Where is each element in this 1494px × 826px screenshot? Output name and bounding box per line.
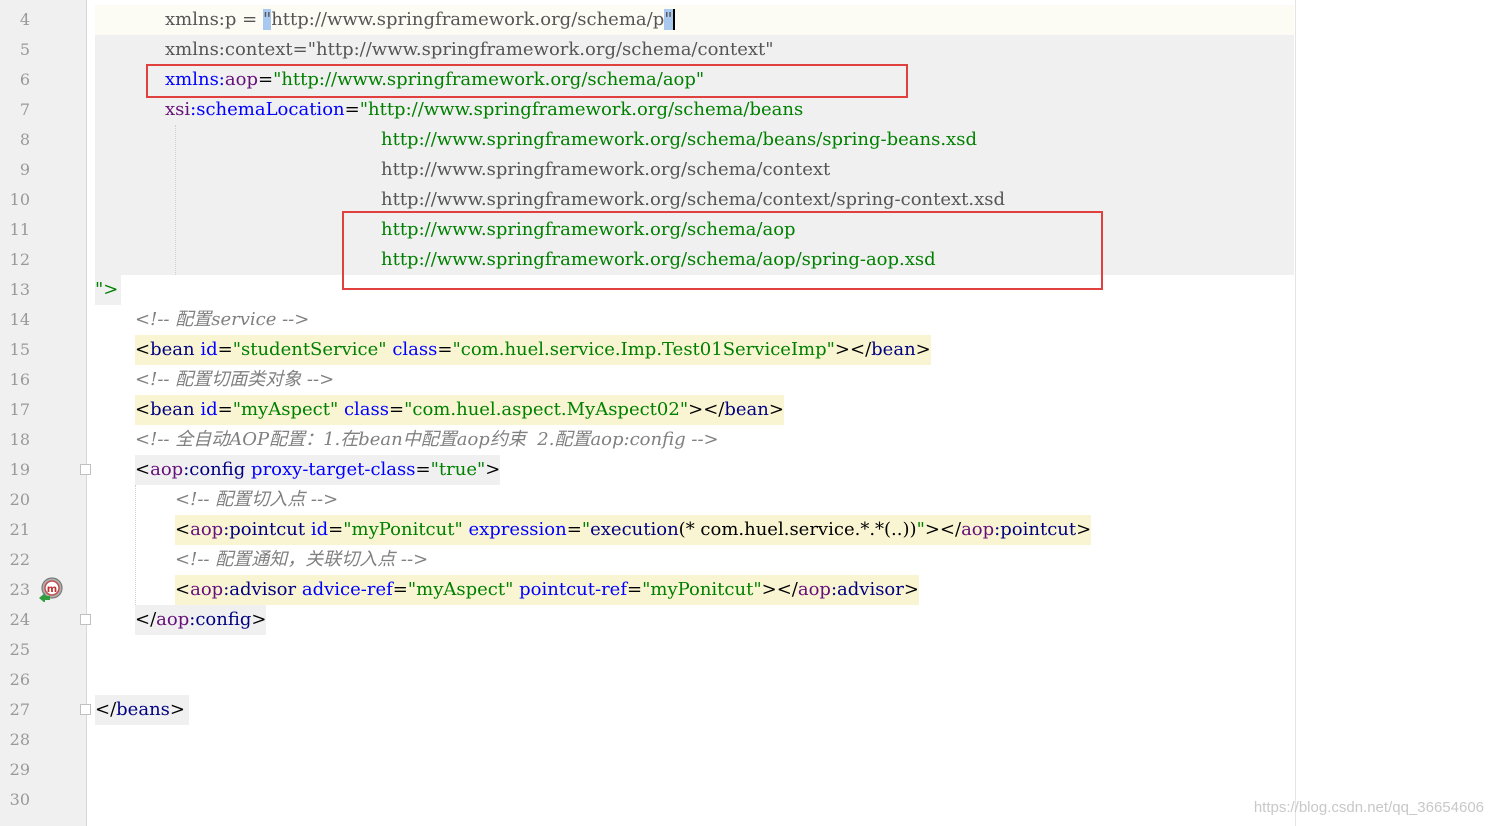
line-number: 30 [9, 790, 30, 809]
watermark: https://blog.csdn.net/qq_36654606 [1253, 799, 1484, 816]
line-number: 17 [9, 400, 30, 419]
fold-close-icon[interactable] [80, 704, 91, 715]
code-line-4: xmlns:p = "http://www.springframework.or… [165, 9, 675, 30]
code-line-7: xsi:schemaLocation="http://www.springfra… [165, 99, 804, 120]
implemented-method-icon[interactable]: m [38, 576, 64, 602]
code-line-20: <!-- 配置切入点 --> [175, 489, 339, 510]
code-line-14: <!-- 配置service --> [135, 309, 310, 330]
line-number: 25 [9, 640, 30, 659]
line-number: 23 [9, 580, 30, 599]
indent-guide [135, 485, 136, 605]
line-number: 18 [9, 430, 30, 449]
line-number: 21 [9, 520, 30, 539]
line-number: 7 [19, 100, 30, 119]
line-number: 5 [19, 40, 30, 59]
code-line-17: <bean id="myAspect" class="com.huel.aspe… [135, 395, 784, 425]
right-margin-guide [1295, 0, 1296, 826]
code-line-23: <aop:advisor advice-ref="myAspect" point… [175, 575, 919, 605]
line-number: 11 [9, 220, 30, 239]
code-editor[interactable]: 4 5 6 7 8 9 10 11 12 13 14 15 16 17 18 19 20 21 22 23 24 25 26… [0, 0, 1494, 826]
line-number: 16 [9, 370, 30, 389]
annotation-box-aop-schema [342, 211, 1103, 290]
line-number: 24 [9, 610, 30, 629]
code-line-13: "> [95, 275, 122, 305]
code-line-19: <aop:config proxy-target-class="true"> [135, 455, 501, 485]
line-number: 12 [9, 250, 30, 269]
code-line-9: http://www.springframework.org/schema/co… [381, 159, 831, 180]
line-number: 22 [9, 550, 30, 569]
indent-guide [175, 125, 176, 275]
code-line-15: <bean id="studentService" class="com.hue… [135, 335, 931, 365]
fold-open-icon[interactable] [80, 464, 91, 475]
line-number: 26 [9, 670, 30, 689]
code-line-24: </aop:config> [135, 605, 267, 635]
line-number: 15 [9, 340, 30, 359]
code-line-16: <!-- 配置切面类对象 --> [135, 369, 335, 390]
code-line-5: xmlns:context="http://www.springframewor… [165, 39, 774, 60]
fold-close-icon[interactable] [80, 614, 91, 625]
line-number: 9 [19, 160, 30, 179]
line-number: 20 [9, 490, 30, 509]
line-number: 6 [19, 70, 30, 89]
line-number: 14 [9, 310, 30, 329]
line-gutter[interactable]: 4 5 6 7 8 9 10 11 12 13 14 15 16 17 18 19 20 21 22 23 24 25 26… [0, 0, 87, 826]
line-number: 29 [9, 760, 30, 779]
svg-text:m: m [47, 584, 57, 595]
annotation-box-aop-namespace [146, 64, 908, 98]
code-line-21: <aop:pointcut id="myPonitcut" expression… [175, 515, 1092, 545]
line-number: 19 [9, 460, 30, 479]
code-line-27: </beans> [95, 695, 189, 725]
line-number: 27 [9, 700, 30, 719]
line-number: 8 [19, 130, 30, 149]
code-line-22: <!-- 配置通知，关联切入点 --> [175, 549, 429, 570]
line-number: 10 [9, 190, 30, 209]
line-number: 4 [19, 10, 30, 29]
code-line-18: <!-- 全自动AOP配置：1.在bean中配置aop约束 2.配置aop:co… [135, 429, 719, 450]
text-caret: " [664, 9, 675, 30]
line-number: 13 [9, 280, 30, 299]
code-line-8: http://www.springframework.org/schema/be… [381, 129, 977, 150]
line-number: 28 [9, 730, 30, 749]
